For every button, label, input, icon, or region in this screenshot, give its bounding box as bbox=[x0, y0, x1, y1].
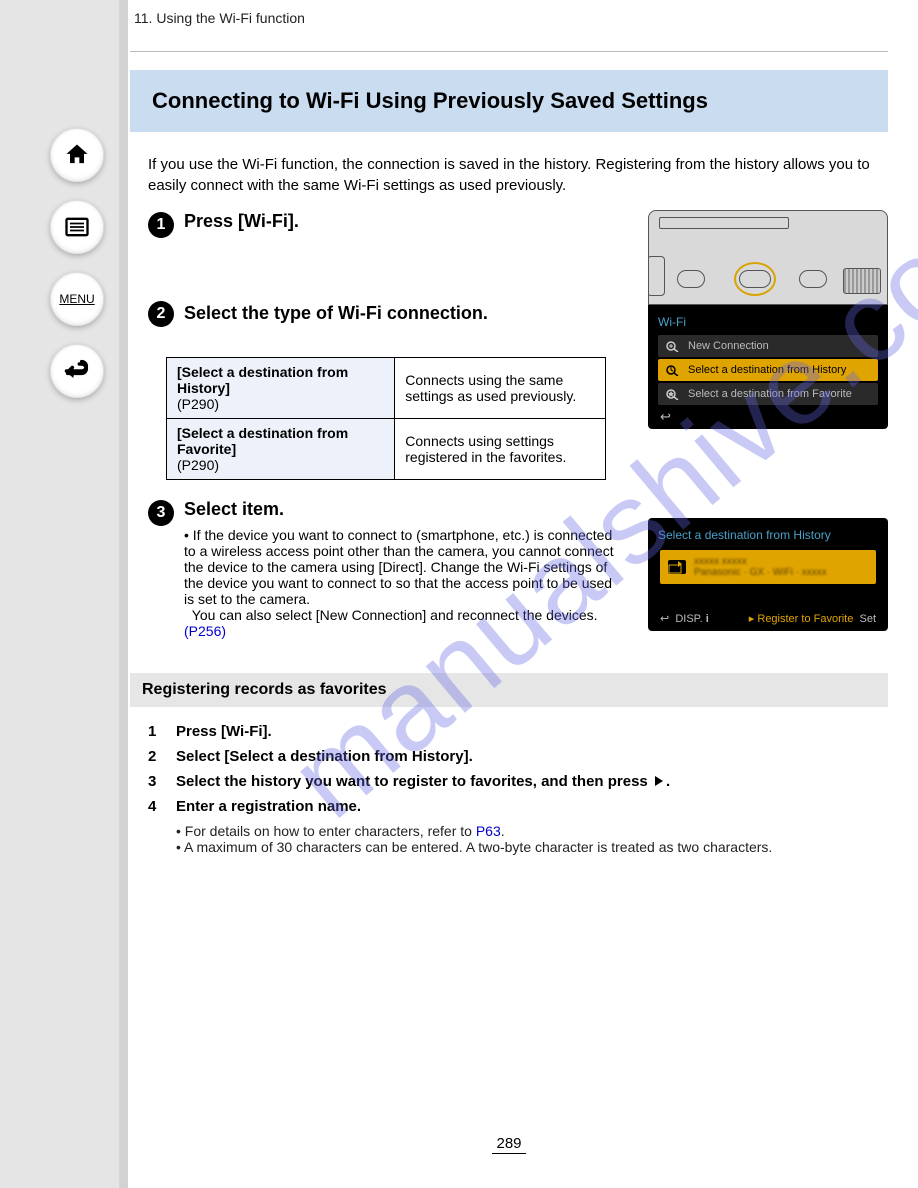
substep-4: 4 Enter a registration name. bbox=[148, 798, 888, 815]
substep-4-note-2: • A maximum of 30 characters can be ente… bbox=[176, 839, 888, 855]
step-2-text: Select the type of Wi-Fi connection. bbox=[184, 299, 488, 324]
back-arrow-icon bbox=[63, 357, 91, 385]
page-content: 11. Using the Wi-Fi function Connecting … bbox=[120, 0, 918, 1188]
list-icon bbox=[63, 213, 91, 241]
nav-back-button[interactable] bbox=[50, 344, 104, 398]
breadcrumb-section: 11. bbox=[134, 10, 152, 26]
nav-toc-button[interactable] bbox=[50, 200, 104, 254]
clock-magnifier-icon bbox=[666, 364, 682, 376]
nav-home-button[interactable] bbox=[50, 128, 104, 182]
star-magnifier-icon bbox=[666, 388, 682, 400]
lcd-history-select: Select a destination from History xxxxx … bbox=[648, 518, 888, 631]
lcd1-row-new: New Connection bbox=[658, 335, 878, 357]
table-cell-label-2: [Select a destination from Favorite] (P2… bbox=[167, 419, 395, 480]
breadcrumb-text: Using the Wi-Fi function bbox=[156, 10, 305, 26]
lcd1-row-favorite: Select a destination from Favorite bbox=[658, 383, 878, 405]
lcd2-footer: ↩ DISP. i ▸ Register to Favorite Set bbox=[654, 612, 882, 625]
nav-menu-button[interactable]: MENU bbox=[50, 272, 104, 326]
substep-3: 3 Select the history you want to registe… bbox=[148, 773, 888, 790]
substep-2: 2 Select [Select a destination from Hist… bbox=[148, 748, 888, 765]
subheading-register-favorites: Registering records as favorites bbox=[130, 673, 888, 707]
step-number-1: 1 bbox=[148, 212, 174, 238]
sidebar: MENU bbox=[0, 0, 120, 1188]
intro-text: If you use the Wi-Fi function, the conne… bbox=[130, 132, 888, 202]
substep-1: 1 Press [Wi-Fi]. bbox=[148, 723, 888, 740]
table-cell-label-1: [Select a destination from History] (P29… bbox=[167, 358, 395, 419]
table-row: [Select a destination from History] (P29… bbox=[167, 358, 606, 419]
link-p63[interactable]: P63 bbox=[476, 823, 501, 839]
table-cell-desc-2: Connects using settings registered in th… bbox=[395, 419, 606, 480]
step-3-bullet: • If the device you want to connect to (… bbox=[184, 527, 630, 639]
lcd1-header: Wi-Fi bbox=[658, 315, 878, 329]
lcd1-row-history-text: Select a destination from History bbox=[688, 364, 846, 376]
substeps: 1 Press [Wi-Fi]. 2 Select [Select a dest… bbox=[148, 723, 888, 855]
lcd1-row-favorite-text: Select a destination from Favorite bbox=[688, 388, 852, 400]
link-p290-b[interactable]: (P290) bbox=[177, 457, 219, 473]
table-cell-desc-1: Connects using the same settings as used… bbox=[395, 358, 606, 419]
step-3-title: Select item. bbox=[184, 498, 630, 521]
step-number-3: 3 bbox=[148, 500, 174, 526]
table-row: [Select a destination from Favorite] (P2… bbox=[167, 419, 606, 480]
link-p290-a[interactable]: (P290) bbox=[177, 396, 219, 412]
divider bbox=[130, 51, 888, 52]
lcd1-row-new-text: New Connection bbox=[688, 340, 769, 352]
link-p256[interactable]: (P256) bbox=[184, 623, 226, 639]
step-1-text: Press [Wi-Fi]. bbox=[184, 210, 299, 238]
figure-column: Wi-Fi New Connection Select a destinatio… bbox=[648, 210, 888, 429]
lcd-wifi-menu: Wi-Fi New Connection Select a destinatio… bbox=[648, 305, 888, 429]
connection-options-table: [Select a destination from History] (P29… bbox=[166, 357, 606, 480]
right-arrow-icon bbox=[652, 774, 666, 788]
lcd2-header: Select a destination from History bbox=[658, 528, 878, 542]
home-icon bbox=[63, 141, 91, 169]
page-number: 289 bbox=[130, 1135, 888, 1152]
step-3: 3 Select item. • If the device you want … bbox=[148, 498, 888, 639]
substep-4-note-1: • For details on how to enter characters… bbox=[176, 823, 888, 839]
camera-top-illustration bbox=[648, 210, 888, 305]
breadcrumb: 11. Using the Wi-Fi function bbox=[134, 10, 888, 26]
page-edge-stripe bbox=[120, 0, 128, 1188]
step-number-2: 2 bbox=[148, 301, 174, 327]
lcd2-selected-row: xxxxx xxxxxPanasonic · GX · WiFi · xxxxx bbox=[660, 550, 876, 584]
plus-magnifier-icon bbox=[666, 340, 682, 352]
page-title: Connecting to Wi-Fi Using Previously Sav… bbox=[130, 70, 888, 132]
menu-label: MENU bbox=[59, 292, 94, 306]
lcd1-back-icon: ↩ bbox=[660, 409, 876, 425]
lcd1-row-history: Select a destination from History bbox=[658, 359, 878, 381]
send-icon bbox=[668, 560, 686, 574]
